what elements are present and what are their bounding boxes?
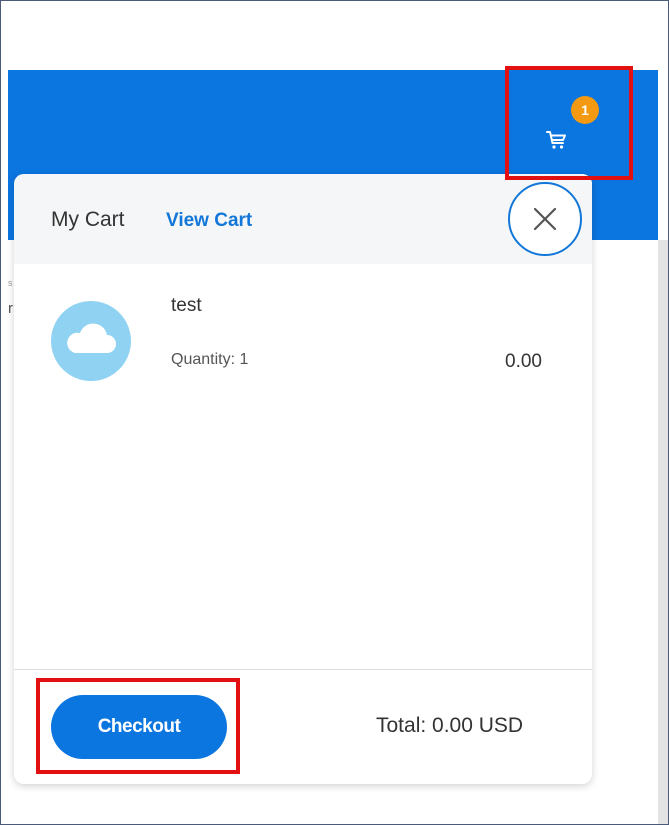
- cart-popover-header: My Cart View Cart: [14, 174, 592, 264]
- background-partial-text-small: s: [8, 278, 13, 288]
- cart-total: Total: 0.00 USD: [376, 714, 524, 737]
- cart-title: My Cart: [51, 208, 125, 231]
- item-price: 0.00: [505, 351, 542, 372]
- item-thumbnail: [51, 301, 131, 381]
- item-quantity: Quantity: 1: [171, 351, 249, 368]
- annotation-highlight-checkout: [36, 678, 240, 774]
- scrollbar-track[interactable]: [658, 240, 669, 825]
- close-icon: [533, 207, 557, 231]
- background-partial-text: r: [8, 300, 13, 317]
- cloud-icon: [67, 323, 116, 353]
- item-name[interactable]: test: [171, 295, 202, 317]
- close-button[interactable]: [508, 182, 582, 256]
- view-cart-link[interactable]: View Cart: [166, 210, 252, 232]
- footer-divider: [14, 669, 592, 670]
- annotation-highlight-cart: [505, 66, 633, 180]
